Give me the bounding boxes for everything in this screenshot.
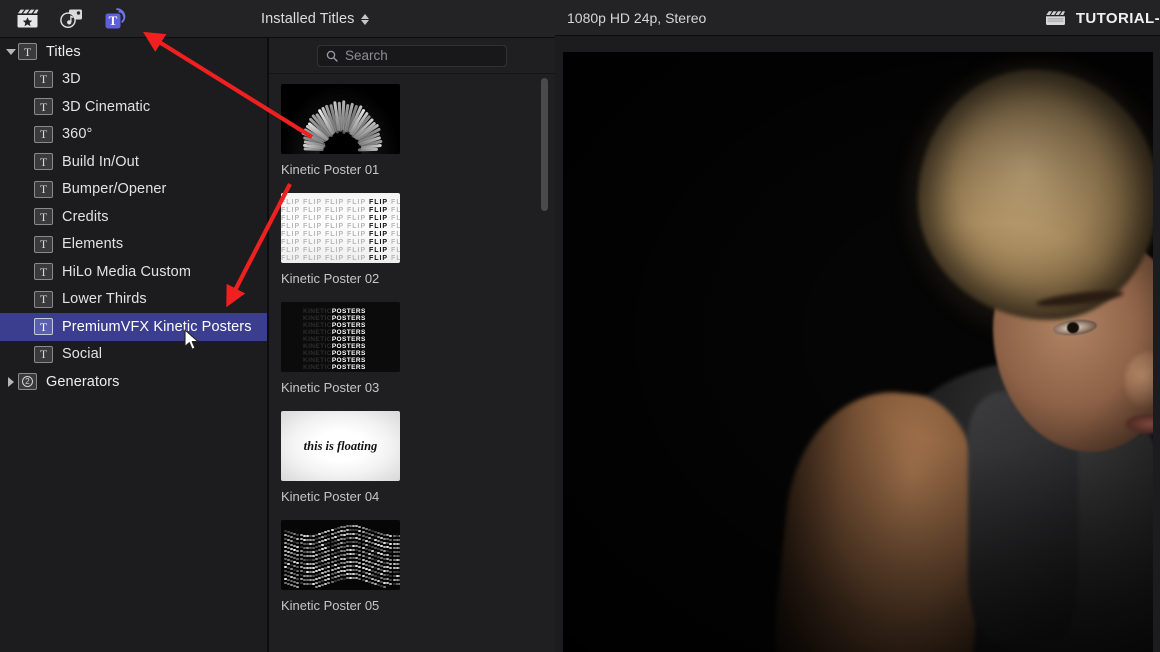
title-T-icon: T (34, 318, 53, 335)
video-vignette (563, 52, 1153, 652)
disclosure-triangle-down-icon[interactable] (4, 49, 18, 55)
title-T-icon: T (34, 153, 53, 170)
title-T-icon: T (34, 126, 53, 143)
browser-scrollbar[interactable] (541, 78, 548, 646)
stepper-updown-icon (361, 14, 369, 25)
titles-browser-pane: Search Kinetic Poster 01 FLIP FLIP FLIP … (269, 38, 555, 652)
sidebar-item-label: 3D (62, 71, 81, 87)
search-field[interactable]: Search (317, 45, 507, 67)
search-bar: Search (269, 38, 555, 74)
clapperboard-icon (1045, 10, 1067, 26)
titles-results-list[interactable]: Kinetic Poster 01 FLIP FLIP FLIP FLIP FL… (269, 74, 555, 652)
title-item-label: Kinetic Poster 01 (281, 162, 411, 177)
browser-column: T Installed Titles T Titles T 3D (0, 0, 555, 652)
sidebar-item-label: 360° (62, 126, 92, 142)
sidebar-item-label: Bumper/Opener (62, 181, 166, 197)
sidebar-item-credits[interactable]: T Credits (0, 203, 267, 231)
title-item-kinetic-poster-01[interactable]: Kinetic Poster 01 (281, 84, 411, 177)
library-sidebar[interactable]: T Titles T 3D T 3D Cinematic T 360° T (0, 38, 267, 652)
sidebar-group-generators[interactable]: 2 Generators (0, 368, 267, 396)
title-T-icon: T (34, 181, 53, 198)
sidebar-group-label: Titles (46, 44, 81, 60)
sidebar-item-hilo-media-custom[interactable]: T HiLo Media Custom (0, 258, 267, 286)
title-T-icon: T (34, 236, 53, 253)
sidebar-item-360[interactable]: T 360° (0, 121, 267, 149)
final-cut-pro-window: T Installed Titles T Titles T 3D (0, 0, 1160, 652)
viewer-header: 1080p HD 24p, Stereo TUTORIAL- (555, 0, 1160, 36)
titles-and-generators-icon[interactable]: T (96, 4, 134, 34)
photos-and-audio-icon[interactable] (8, 4, 46, 34)
music-photos-icon[interactable] (52, 4, 90, 34)
title-item-kinetic-poster-05[interactable]: Kinetic Poster 05 (281, 520, 411, 613)
sidebar-item-label: HiLo Media Custom (62, 264, 191, 280)
svg-text:T: T (108, 13, 117, 28)
title-thumbnail[interactable]: KINETICPOSTERSKINETICPOSTERSKINETICPOSTE… (281, 302, 400, 372)
viewer-project-indicator[interactable]: TUTORIAL- (1045, 0, 1160, 36)
sidebar-item-elements[interactable]: T Elements (0, 231, 267, 259)
sidebar-item-build-in-out[interactable]: T Build In/Out (0, 148, 267, 176)
browser-toolbar: T Installed Titles (0, 0, 555, 38)
title-thumbnail[interactable]: FLIP FLIP FLIP FLIP FLIP FLIP FLIP FLIP … (281, 193, 400, 263)
sidebar-item-label: Social (62, 346, 102, 362)
search-placeholder: Search (345, 48, 388, 63)
installed-titles-popup-menu[interactable]: Installed Titles (255, 6, 375, 32)
title-T-icon: T (34, 291, 53, 308)
installed-titles-label: Installed Titles (261, 11, 354, 27)
viewer-project-name: TUTORIAL- (1076, 10, 1160, 27)
title-item-label: Kinetic Poster 04 (281, 489, 411, 504)
viewer-column: 1080p HD 24p, Stereo TUTORIAL- (555, 0, 1160, 652)
viewer-video-frame[interactable] (563, 52, 1153, 652)
scrollbar-thumb[interactable] (541, 78, 548, 211)
title-thumbnail[interactable]: this is floating (281, 411, 400, 481)
disclosure-triangle-right-icon[interactable] (4, 377, 18, 387)
viewer-stage (555, 36, 1160, 652)
sidebar-group-titles[interactable]: T Titles (0, 38, 267, 66)
title-T-icon: T (34, 98, 53, 115)
sidebar-item-bumper-opener[interactable]: T Bumper/Opener (0, 176, 267, 204)
sidebar-item-label: Credits (62, 209, 109, 225)
viewer-format-label: 1080p HD 24p, Stereo (567, 10, 706, 26)
sidebar-item-label: PremiumVFX Kinetic Posters (62, 319, 252, 335)
title-item-kinetic-poster-04[interactable]: this is floating Kinetic Poster 04 (281, 411, 411, 504)
sidebar-item-label: Lower Thirds (62, 291, 147, 307)
sidebar-item-lower-thirds[interactable]: T Lower Thirds (0, 286, 267, 314)
title-item-label: Kinetic Poster 02 (281, 271, 411, 286)
title-T-icon: T (34, 346, 53, 363)
thumbnail-text: this is floating (304, 439, 378, 454)
title-item-label: Kinetic Poster 03 (281, 380, 411, 395)
sidebar-item-label: Elements (62, 236, 123, 252)
generator-circle-icon: 2 (18, 373, 37, 390)
sidebar-item-social[interactable]: T Social (0, 341, 267, 369)
title-T-icon: T (34, 208, 53, 225)
title-T-icon: T (34, 71, 53, 88)
sidebar-item-label: 3D Cinematic (62, 99, 150, 115)
sidebar-item-label: Build In/Out (62, 154, 139, 170)
title-item-label: Kinetic Poster 05 (281, 598, 411, 613)
title-T-icon: T (18, 43, 37, 60)
title-thumbnail[interactable] (281, 84, 400, 154)
title-item-kinetic-poster-03[interactable]: KINETICPOSTERSKINETICPOSTERSKINETICPOSTE… (281, 302, 411, 395)
search-icon (326, 50, 338, 62)
title-item-kinetic-poster-02[interactable]: FLIP FLIP FLIP FLIP FLIP FLIP FLIP FLIP … (281, 193, 411, 286)
sidebar-item-3d[interactable]: T 3D (0, 66, 267, 94)
sidebar-item-3d-cinematic[interactable]: T 3D Cinematic (0, 93, 267, 121)
title-thumbnail[interactable] (281, 520, 400, 590)
title-T-icon: T (34, 263, 53, 280)
sidebar-item-premiumvfx-kinetic-posters[interactable]: T PremiumVFX Kinetic Posters (0, 313, 267, 341)
sidebar-group-label: Generators (46, 374, 120, 390)
